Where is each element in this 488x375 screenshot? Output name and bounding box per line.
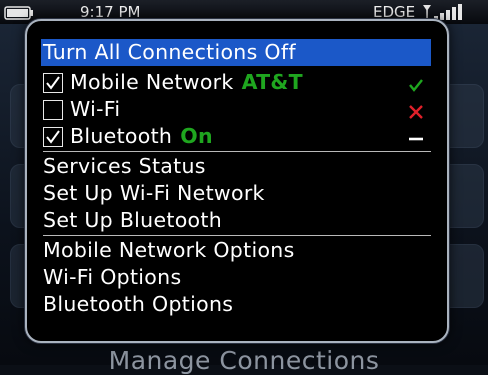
menu-item-label: Bluetooth xyxy=(70,124,173,148)
menu-item-label: Mobile Network xyxy=(70,70,234,94)
mobile-network-checkbox[interactable] xyxy=(43,73,63,93)
setup-bluetooth-item[interactable]: Set Up Bluetooth xyxy=(43,207,429,234)
divider xyxy=(43,235,431,236)
x-icon xyxy=(407,101,425,119)
battery-icon xyxy=(4,5,34,24)
divider xyxy=(43,151,431,152)
check-icon xyxy=(407,74,425,92)
menu-item-label: Wi-Fi xyxy=(70,97,121,121)
wifi-toggle[interactable]: Wi-Fi xyxy=(43,96,429,123)
menu-item-label: Turn All Connections Off xyxy=(43,40,296,64)
bluetooth-status: On xyxy=(180,124,213,148)
menu-item-label: Set Up Bluetooth xyxy=(43,208,223,232)
menu-item-label: Mobile Network Options xyxy=(43,238,295,262)
bluetooth-checkbox[interactable] xyxy=(43,127,63,147)
wifi-checkbox[interactable] xyxy=(43,100,63,120)
dash-icon xyxy=(407,128,425,146)
connections-menu: Turn All Connections Off Mobile Network A… xyxy=(25,19,449,343)
mobile-network-options-item[interactable]: Mobile Network Options xyxy=(43,237,429,264)
bluetooth-options-item[interactable]: Bluetooth Options xyxy=(43,291,429,318)
menu-item-label: Wi-Fi Options xyxy=(43,265,182,289)
home-caption: Manage Connections xyxy=(108,346,380,375)
services-status-item[interactable]: Services Status xyxy=(43,153,429,180)
menu-item-label: Bluetooth Options xyxy=(43,292,234,316)
wifi-options-item[interactable]: Wi-Fi Options xyxy=(43,264,429,291)
carrier-status: AT&T xyxy=(241,70,303,94)
bluetooth-toggle[interactable]: Bluetooth On xyxy=(43,123,429,150)
setup-wifi-item[interactable]: Set Up Wi-Fi Network xyxy=(43,180,429,207)
turn-all-connections-off-item[interactable]: Turn All Connections Off xyxy=(41,39,431,66)
mobile-network-toggle[interactable]: Mobile Network AT&T xyxy=(43,69,429,96)
menu-item-label: Services Status xyxy=(43,154,206,178)
menu-item-label: Set Up Wi-Fi Network xyxy=(43,181,265,205)
